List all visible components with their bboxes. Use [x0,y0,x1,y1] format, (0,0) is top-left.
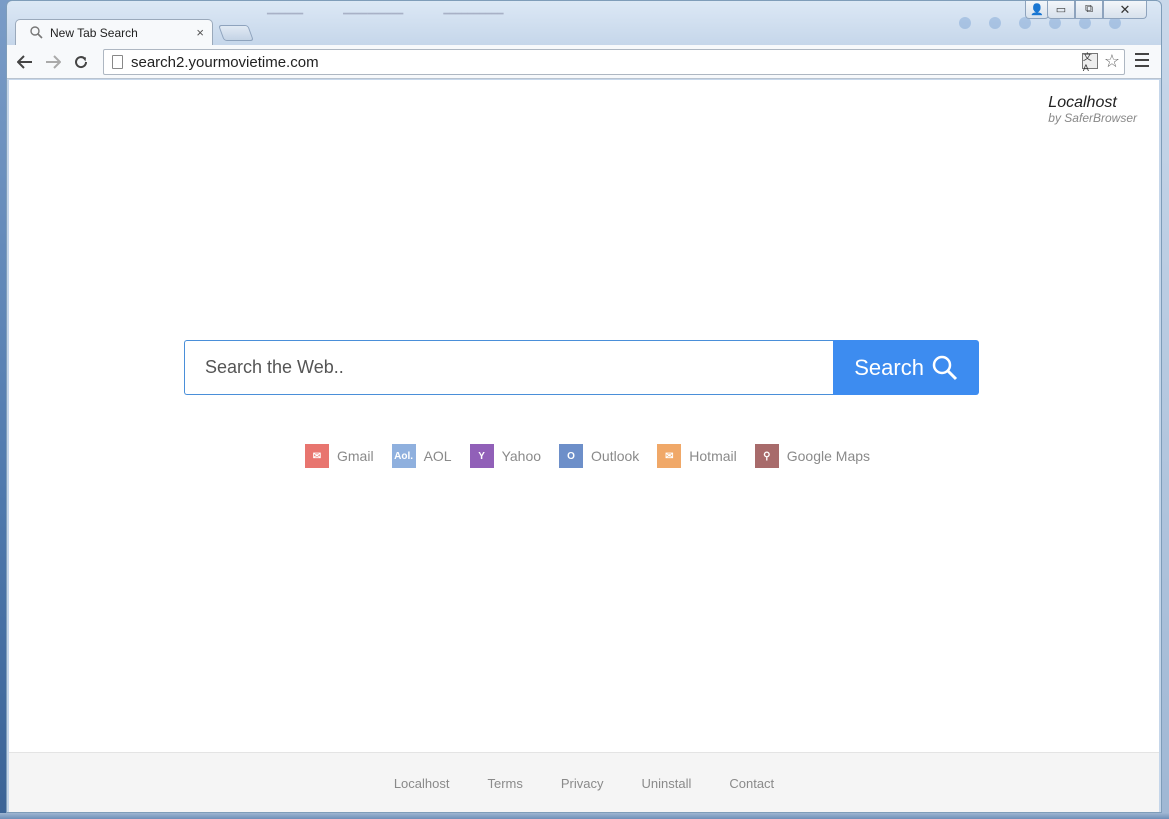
maximize-button[interactable]: ⧉ [1075,1,1103,19]
outlook-icon: O [559,444,584,468]
menu-icon[interactable] [1135,53,1149,67]
maximize-icon: ⧉ [1085,3,1093,15]
minimize-button[interactable]: ▭ [1047,1,1075,19]
brand-logo[interactable]: Localhost by SaferBrowser [1048,94,1137,125]
url-text: search2.yourmovietime.com [131,53,319,71]
translate-icon[interactable]: 文A [1081,52,1098,73]
close-icon: ✕ [1119,1,1131,17]
quick-link-hotmail[interactable]: ✉ Hotmail [657,444,737,468]
forward-arrow-icon [46,54,61,69]
search-input[interactable] [184,340,834,395]
bookmark-star-icon[interactable]: ☆ [1104,52,1120,70]
tab-new-tab-search[interactable]: New Tab Search × [15,19,213,46]
quick-link-yahoo[interactable]: Y Yahoo [469,444,542,468]
user-icon: 👤 [1030,4,1044,16]
quick-link-outlook[interactable]: O Outlook [559,444,639,468]
footer-link-terms[interactable]: Terms [487,776,522,791]
quick-link-aol[interactable]: Aol. AOL [391,444,452,468]
gmail-icon: ✉ [305,444,329,468]
browser-window: ━━━━━━ ━━━━━━━━━━ ━━━━━━━━━━ 👤 ▭ ⧉ ✕ New T… [6,0,1162,813]
quick-link-label: Outlook [591,448,640,464]
quick-link-google-maps[interactable]: ⚲ Google Maps [754,444,871,468]
quick-link-label: Hotmail [689,448,737,464]
search-icon [932,355,958,380]
footer-link-privacy[interactable]: Privacy [561,776,604,791]
footer-link-localhost[interactable]: Localhost [394,776,450,791]
quick-link-label: AOL [423,448,452,464]
footer: Localhost Terms Privacy Uninstall Contac… [9,752,1159,812]
quick-links: ✉ Gmail Aol. AOL Y Yahoo O Outlook ✉ Hotmail ⚲ Goog… [305,444,870,468]
search-button-label: Search [854,354,924,380]
quick-link-gmail[interactable]: ✉ Gmail [305,444,374,468]
search-form: Search [184,340,979,395]
taskbar [0,813,1169,819]
minimize-icon: ▭ [1055,4,1067,16]
brand-name: Localhost [1048,94,1117,111]
aol-icon: Aol. [391,444,416,468]
tab-strip: New Tab Search × [15,19,1115,46]
maps-icon: ⚲ [754,444,779,468]
address-bar-actions: 文A ☆ [1081,52,1120,73]
quick-link-label: Yahoo [501,448,542,464]
search-button[interactable]: Search [833,340,979,395]
page-content: Localhost by SaferBrowser Search ✉ Gmail A… [9,80,1159,812]
yahoo-icon: Y [469,444,494,468]
new-tab-button[interactable] [218,25,254,41]
search-icon [30,26,44,40]
close-window-button[interactable]: ✕ [1103,1,1147,19]
reload-button[interactable] [67,49,95,75]
user-profile-button[interactable]: 👤 [1025,1,1049,19]
address-bar[interactable]: search2.yourmovietime.com 文A ☆ [103,49,1125,75]
tab-title: New Tab Search [50,26,138,40]
back-button[interactable] [11,49,39,75]
footer-link-uninstall[interactable]: Uninstall [642,776,692,791]
window-controls: ▭ ⧉ ✕ [1047,1,1147,21]
reload-icon [75,55,88,68]
footer-link-contact[interactable]: Contact [729,776,774,791]
quick-link-label: Google Maps [786,448,871,464]
back-arrow-icon [17,54,32,69]
quick-link-label: Gmail [337,448,374,464]
tab-close-icon[interactable]: × [196,25,204,40]
browser-toolbar: search2.yourmovietime.com 文A ☆ [7,45,1161,79]
brand-byline: by SaferBrowser [1048,111,1137,125]
forward-button[interactable] [39,49,67,75]
hotmail-icon: ✉ [657,444,682,468]
page-icon [112,55,123,69]
